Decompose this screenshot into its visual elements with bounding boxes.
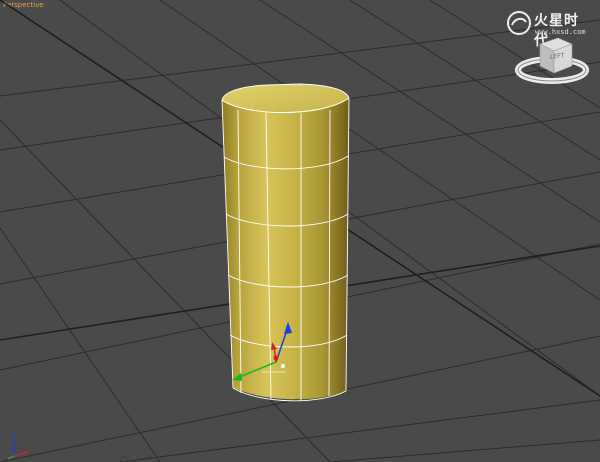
perspective-viewport[interactable]: Perspective 火星时代 www.hxsd.com LEFT	[0, 0, 600, 462]
viewcube-graphic[interactable]	[514, 35, 594, 87]
viewcube-icon[interactable]: LEFT	[514, 35, 594, 87]
watermark-swirl-icon	[507, 11, 531, 35]
axis-tripod-icon	[7, 434, 29, 460]
scene-canvas[interactable]	[0, 0, 600, 462]
cylinder-object[interactable]	[221, 83, 350, 402]
